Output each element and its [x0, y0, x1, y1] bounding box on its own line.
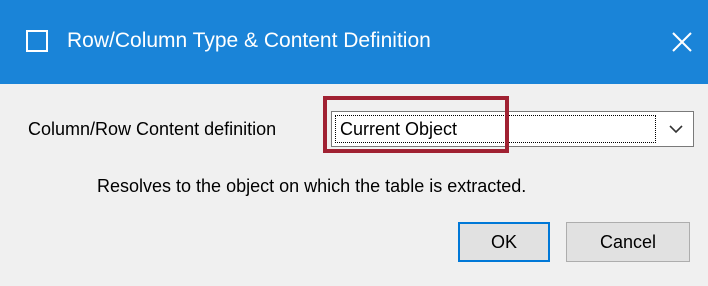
content-definition-dropdown[interactable]: Current Object [331, 111, 694, 147]
content-definition-label: Column/Row Content definition [28, 119, 277, 139]
close-icon [672, 32, 692, 52]
content-definition-value: Current Object [340, 119, 458, 139]
window-square-icon [26, 30, 48, 52]
cancel-button[interactable]: Cancel [566, 222, 690, 262]
ok-button[interactable]: OK [458, 222, 550, 262]
close-button[interactable] [660, 20, 704, 64]
dialog-title: Row/Column Type & Content Definition [67, 29, 431, 52]
chevron-down-icon [669, 125, 683, 134]
row-column-type-dialog: Row/Column Type & Content Definition Col… [0, 0, 708, 286]
content-description-text: Resolves to the object on which the tabl… [97, 176, 527, 196]
title-bar[interactable]: Row/Column Type & Content Definition [0, 0, 708, 84]
